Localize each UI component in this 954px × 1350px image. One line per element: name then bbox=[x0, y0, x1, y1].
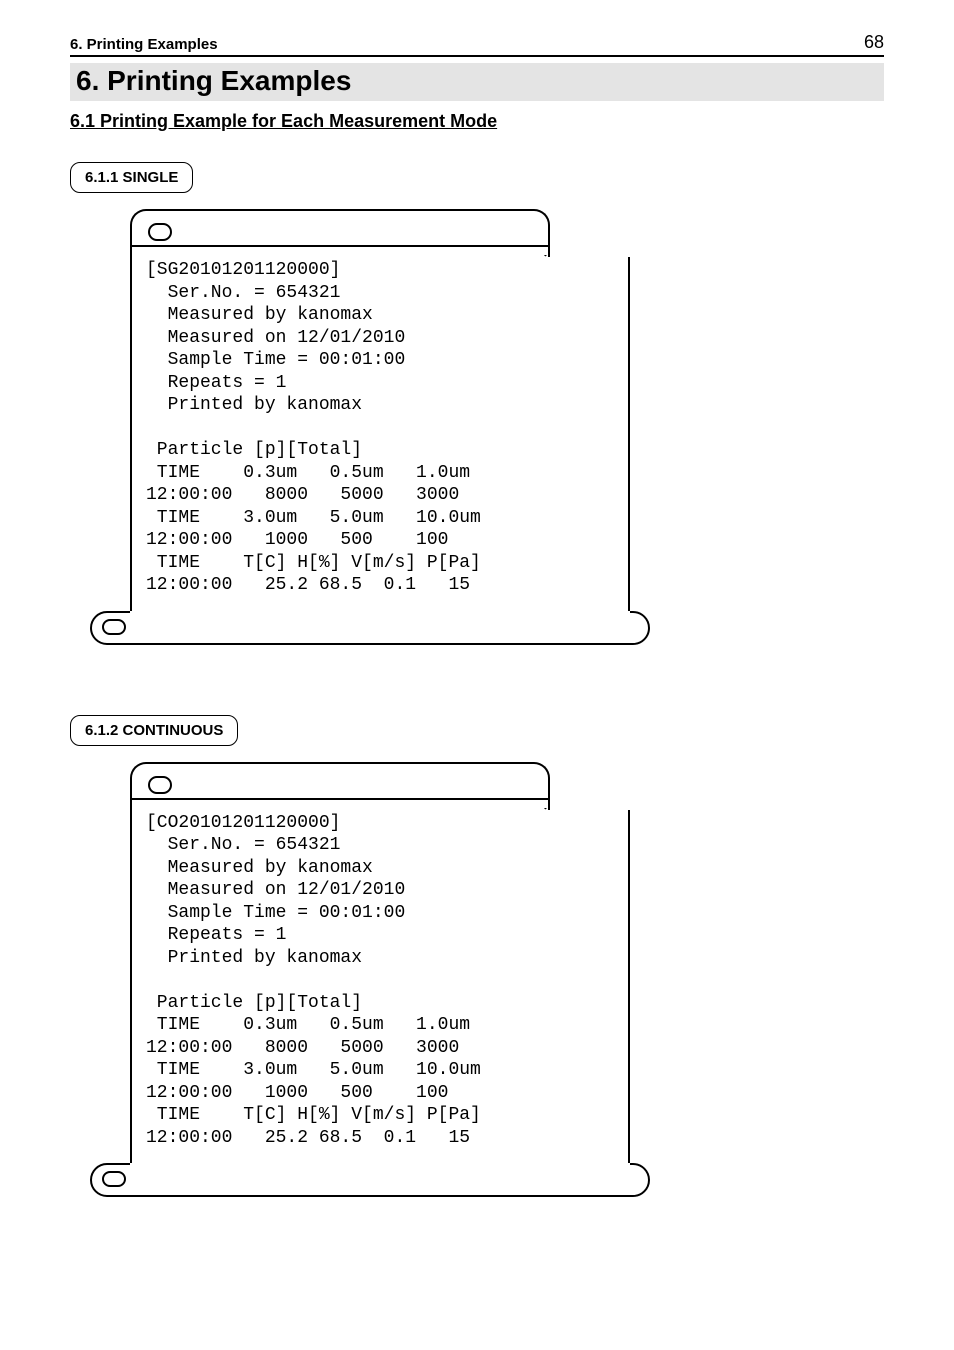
printout-top-cap bbox=[130, 209, 550, 257]
chapter-title: 6. Printing Examples bbox=[70, 63, 884, 101]
header-section-title: 6. Printing Examples bbox=[70, 36, 218, 53]
printer-knob-icon bbox=[102, 1171, 126, 1187]
printout-single: [SG20101201120000] Ser.No. = 654321 Meas… bbox=[130, 209, 550, 645]
printout-bottom bbox=[130, 611, 630, 645]
printer-slot-icon bbox=[90, 611, 650, 645]
printout-bottom bbox=[130, 1163, 630, 1197]
subsection-continuous-label: 6.1.2 CONTINUOUS bbox=[70, 715, 238, 746]
paper-tear-icon bbox=[148, 223, 172, 241]
printout-continuous: [CO20101201120000] Ser.No. = 654321 Meas… bbox=[130, 762, 550, 1198]
printout-figure: [SG20101201120000] Ser.No. = 654321 Meas… bbox=[130, 209, 630, 645]
paper-tear-line bbox=[132, 798, 548, 800]
printout-body-text: [SG20101201120000] Ser.No. = 654321 Meas… bbox=[130, 257, 630, 611]
page-number: 68 bbox=[864, 32, 884, 53]
printer-slot-icon bbox=[90, 1163, 650, 1197]
section-title: 6.1 Printing Example for Each Measuremen… bbox=[70, 111, 884, 132]
page-header: 6. Printing Examples 68 bbox=[70, 32, 884, 57]
subsection-single-label: 6.1.1 SINGLE bbox=[70, 162, 193, 193]
printout-body-text: [CO20101201120000] Ser.No. = 654321 Meas… bbox=[130, 810, 630, 1164]
printout-top-cap bbox=[130, 762, 550, 810]
printout-figure: [CO20101201120000] Ser.No. = 654321 Meas… bbox=[130, 762, 630, 1198]
printer-knob-icon bbox=[102, 619, 126, 635]
paper-tear-icon bbox=[148, 776, 172, 794]
paper-tear-line bbox=[132, 245, 548, 247]
